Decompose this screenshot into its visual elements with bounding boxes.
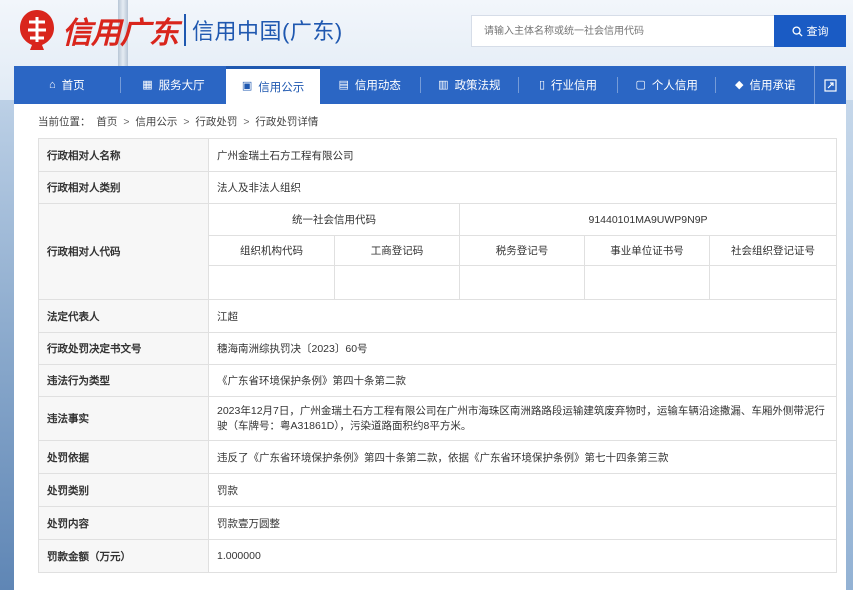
table-row: 罚款金额（万元） 1.000000 — [38, 539, 838, 573]
row-label: 法定代表人 — [38, 299, 209, 333]
search-input[interactable] — [471, 15, 774, 47]
penalty-content-value: 罚款壹万圆整 — [207, 506, 838, 540]
entity-type-value: 法人及非法人组织 — [207, 171, 838, 204]
biz-reg-value — [334, 265, 460, 300]
fine-amount-value: 1.000000 — [207, 539, 838, 573]
nav-item-credit-news[interactable]: ▤ 信用动态 — [320, 66, 420, 104]
nav-item-label: 行业信用 — [551, 80, 598, 92]
breadcrumb-item-home[interactable]: 首页 — [96, 116, 117, 128]
main-nav: ⌂ 首页 ▦ 服务大厅 ▣ 信用公示 ▤ 信用动态 ▥ 政策法规 ▯ 行业信用 … — [14, 66, 846, 104]
shield-icon: ◆ — [735, 78, 744, 91]
logo-emblem-icon — [14, 8, 60, 52]
org-code-label: 组织机构代码 — [208, 235, 335, 266]
social-org-label: 社会组织登记证号 — [708, 235, 838, 266]
breadcrumb-prefix: 当前位置： — [38, 116, 91, 128]
nav-item-industry-credit[interactable]: ▯ 行业信用 — [519, 66, 617, 104]
row-label: 行政相对人代码 — [38, 203, 209, 300]
nav-item-label: 信用承诺 — [749, 80, 796, 92]
table-row: 行政处罚决定书文号 穗海南洲综执罚决〔2023〕60号 — [38, 332, 838, 365]
row-label: 行政相对人类别 — [38, 171, 209, 204]
violation-facts-value: 2023年12月7日，广州金瑞土石方工程有限公司在广州市海珠区南洲路路段运输建筑… — [207, 396, 838, 441]
row-label: 处罚内容 — [38, 506, 209, 540]
table-row: 行政相对人名称 广州金瑞土石方工程有限公司 — [38, 138, 838, 172]
penalty-basis-value: 违反了《广东省环境保护条例》第四十条第二款，依据《广东省环境保护条例》第七十四条… — [207, 440, 838, 474]
violation-type-value: 《广东省环境保护条例》第四十条第二款 — [207, 364, 838, 397]
tax-reg-label: 税务登记号 — [459, 235, 585, 266]
table-row: 处罚依据 违反了《广东省环境保护条例》第四十条第二款，依据《广东省环境保护条例》… — [38, 440, 838, 474]
breadcrumb: 当前位置： 首页 > 信用公示 > 行政处罚 > 行政处罚详情 — [38, 104, 836, 138]
news-icon: ▤ — [338, 78, 349, 91]
table-row: 行政相对人类别 法人及非法人组织 — [38, 171, 838, 204]
logo-site-name: 信用中国(广东) — [192, 19, 343, 44]
row-label: 罚款金额（万元） — [38, 539, 209, 573]
person-card-icon: ▢ — [635, 78, 646, 91]
uscc-label: 统一社会信用代码 — [208, 203, 460, 236]
row-label: 违法事实 — [38, 396, 209, 441]
penalty-detail-table: 行政相对人名称 广州金瑞土石方工程有限公司 行政相对人类别 法人及非法人组织 行… — [38, 138, 838, 573]
site-header: 信用广东 信用中国(广东) 查询 — [0, 0, 853, 64]
table-row: 违法行为类型 《广东省环境保护条例》第四十条第二款 — [38, 364, 838, 397]
site-logo[interactable]: 信用广东 信用中国(广东) — [14, 8, 343, 52]
nav-item-credit-commitment[interactable]: ◆ 信用承诺 — [716, 66, 814, 104]
search-button[interactable]: 查询 — [774, 15, 846, 47]
expand-button[interactable] — [814, 66, 846, 104]
row-label: 处罚类别 — [38, 473, 209, 507]
nav-item-label: 政策法规 — [454, 80, 501, 92]
inst-cert-label: 事业单位证书号 — [584, 235, 710, 266]
logo-divider — [184, 14, 186, 46]
nav-item-label: 个人信用 — [651, 80, 698, 92]
breadcrumb-item-penalty[interactable]: 行政处罚 — [195, 116, 237, 128]
nav-item-label: 信用公示 — [258, 81, 305, 94]
tax-reg-value — [459, 265, 585, 300]
table-row: 处罚类别 罚款 — [38, 473, 838, 507]
table-row: 法定代表人 江超 — [38, 299, 838, 333]
doc-number-value: 穗海南洲综执罚决〔2023〕60号 — [207, 332, 838, 365]
breadcrumb-separator: > — [123, 116, 130, 128]
row-label: 行政相对人名称 — [38, 138, 209, 172]
inst-cert-value — [584, 265, 710, 300]
logo-script-text: 信用广东 — [62, 16, 179, 51]
entity-name-value: 广州金瑞土石方工程有限公司 — [207, 138, 838, 172]
legal-rep-value: 江超 — [207, 299, 838, 333]
biz-reg-label: 工商登记码 — [334, 235, 460, 266]
table-row: 处罚内容 罚款壹万圆整 — [38, 506, 838, 540]
announce-icon: ▣ — [241, 80, 253, 92]
search-button-label: 查询 — [806, 26, 829, 38]
content-panel: 当前位置： 首页 > 信用公示 > 行政处罚 > 行政处罚详情 行政相对人名称 … — [14, 104, 846, 590]
table-row: 行政相对人代码 统一社会信用代码 91440101MA9UWP9N9P — [38, 203, 838, 300]
breadcrumb-item-disclosure[interactable]: 信用公示 — [135, 116, 177, 128]
expand-icon — [824, 78, 837, 92]
grid-icon: ▦ — [142, 78, 153, 91]
search-icon — [791, 25, 803, 37]
table-row: 违法事实 2023年12月7日，广州金瑞土石方工程有限公司在广州市海珠区南洲路路… — [38, 396, 838, 441]
org-code-value — [208, 265, 335, 300]
nav-item-policies[interactable]: ▥ 政策法规 — [421, 66, 519, 104]
breadcrumb-separator: > — [243, 116, 250, 128]
uscc-value: 91440101MA9UWP9N9P — [458, 203, 838, 236]
nav-item-label: 信用动态 — [354, 80, 401, 92]
row-label: 处罚依据 — [38, 440, 209, 474]
breadcrumb-item-current: 行政处罚详情 — [255, 116, 319, 128]
nav-item-credit-disclosure[interactable]: ▣ 信用公示 — [226, 66, 320, 104]
row-label: 行政处罚决定书文号 — [38, 332, 209, 365]
home-icon: ⌂ — [48, 78, 56, 91]
nav-item-label: 首页 — [61, 80, 85, 92]
building-icon: ▯ — [538, 78, 546, 91]
nav-item-personal-credit[interactable]: ▢ 个人信用 — [618, 66, 716, 104]
nav-item-home[interactable]: ⌂ 首页 — [14, 66, 120, 104]
law-icon: ▥ — [438, 78, 449, 91]
penalty-category-value: 罚款 — [207, 473, 838, 507]
row-label: 违法行为类型 — [38, 364, 209, 397]
nav-item-label: 服务大厅 — [158, 80, 205, 92]
breadcrumb-separator: > — [183, 116, 190, 128]
social-org-value — [708, 265, 838, 300]
nav-item-service-hall[interactable]: ▦ 服务大厅 — [121, 66, 227, 104]
